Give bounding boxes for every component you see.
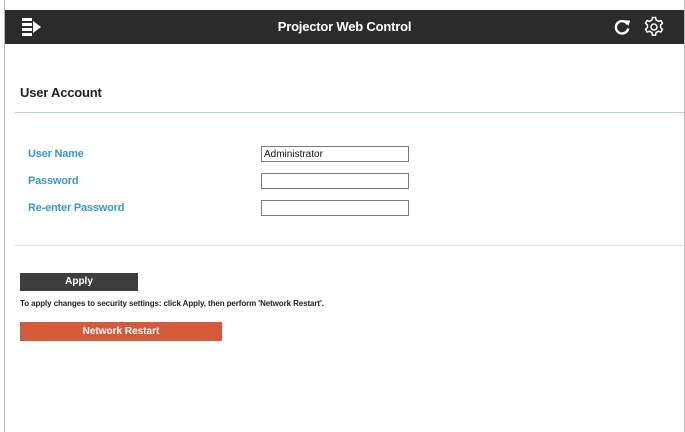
section-divider [15,112,685,113]
apply-instructions: To apply changes to security settings: c… [20,299,324,308]
apply-button[interactable]: Apply [20,273,138,291]
gear-icon[interactable] [643,16,665,38]
password-label: Password [28,175,79,187]
user-name-input[interactable] [261,146,409,162]
app-frame: Projector Web Control User Account User … [4,0,685,432]
user-name-label: User Name [28,148,84,160]
reenter-password-input[interactable] [261,200,409,216]
password-row: Password [5,173,684,191]
user-name-row: User Name [5,146,684,164]
form-divider [15,245,685,246]
reenter-password-label: Re-enter Password [28,202,125,214]
page-title: Projector Web Control [277,19,412,34]
refresh-icon[interactable] [612,17,632,37]
section-title: User Account [20,85,102,100]
password-input[interactable] [261,173,409,189]
network-restart-button[interactable]: Network Restart [20,322,222,341]
top-bar: Projector Web Control [5,10,684,44]
reenter-password-row: Re-enter Password [5,200,684,218]
